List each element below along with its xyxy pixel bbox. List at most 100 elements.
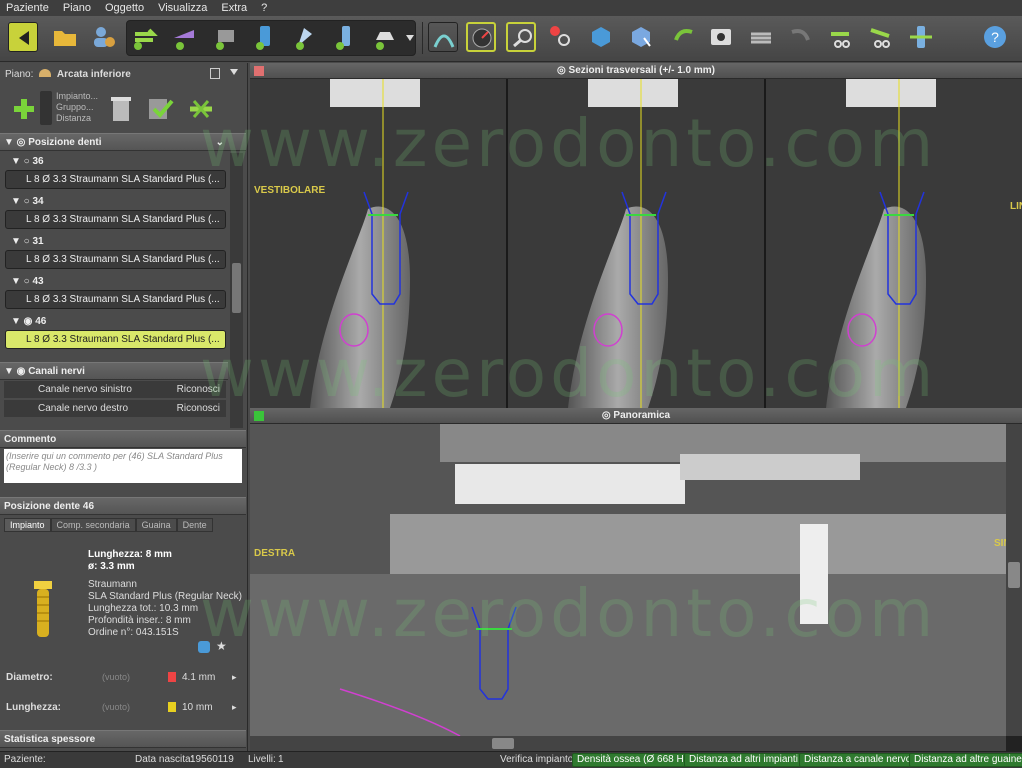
tooth-item[interactable]: ▼ ◉ 46 L 8 Ø 3.3 Straumann SLA Standard P… bbox=[5, 313, 226, 353]
screenshot-icon[interactable] bbox=[706, 22, 736, 52]
diameter-arrow-icon[interactable]: ▸ bbox=[232, 672, 237, 683]
remove-zoom-icon[interactable] bbox=[546, 22, 576, 52]
lingual-label: LINGUALE bbox=[1010, 201, 1022, 212]
add-dropdown-icon[interactable] bbox=[40, 91, 52, 125]
back-icon[interactable] bbox=[8, 22, 38, 52]
stats-header[interactable]: Statistica spessore bbox=[0, 730, 246, 748]
implant-row[interactable]: L 8 Ø 3.3 Straumann SLA Standard Plus (.… bbox=[5, 250, 226, 269]
implant-row-selected[interactable]: L 8 Ø 3.3 Straumann SLA Standard Plus (.… bbox=[5, 330, 226, 349]
red-swatch-icon bbox=[168, 672, 176, 682]
tab-tooth[interactable]: Dente bbox=[176, 518, 213, 532]
bone-density-button[interactable]: Densità ossea (Ø 668 H) bbox=[572, 753, 693, 767]
length-empty[interactable]: (vuoto) bbox=[102, 702, 130, 712]
plane-value: Arcata inferiore bbox=[56, 69, 131, 80]
cross-section-title: Sezioni trasversali (+/- 1.0 mm) bbox=[568, 65, 715, 76]
panoramic-hscroll[interactable] bbox=[250, 736, 1006, 751]
plane-menu-icon[interactable] bbox=[210, 68, 220, 79]
plane-dropdown-icon[interactable] bbox=[230, 69, 238, 75]
action-group[interactable]: Gruppo... bbox=[56, 102, 98, 113]
trash-icon[interactable] bbox=[108, 93, 134, 123]
length-value[interactable]: 10 mm bbox=[182, 702, 213, 713]
implant-move-icon[interactable] bbox=[906, 22, 936, 52]
left-side-label: SINISTRA bbox=[994, 538, 1022, 549]
redo-icon[interactable] bbox=[786, 22, 816, 52]
implant-row[interactable]: L 8 Ø 3.3 Straumann SLA Standard Plus (.… bbox=[5, 210, 226, 229]
tool-5-icon[interactable] bbox=[290, 22, 320, 52]
patient-icon[interactable] bbox=[88, 22, 118, 52]
compass-icon[interactable] bbox=[466, 22, 496, 52]
tab-sleeve[interactable]: Guaina bbox=[135, 518, 177, 532]
implant-length: Lunghezza: 8 mm bbox=[88, 549, 172, 560]
tab-implant[interactable]: Impianto bbox=[4, 518, 51, 532]
watermark-2: www.zerodonto.com bbox=[200, 335, 938, 412]
menu-help[interactable]: ? bbox=[261, 2, 267, 14]
nerves-section-header[interactable]: ▼ ◉ Canali nervi bbox=[0, 362, 228, 380]
tool-1-icon[interactable] bbox=[130, 22, 160, 52]
levels-label: Livelli: bbox=[248, 754, 276, 765]
open-folder-icon[interactable] bbox=[50, 22, 80, 52]
tooth-item[interactable]: ▼ ○ 31 L 8 Ø 3.3 Straumann SLA Standard P… bbox=[5, 233, 226, 273]
comment-header[interactable]: Commento bbox=[0, 430, 246, 448]
menu-piano[interactable]: Piano bbox=[63, 2, 91, 14]
action-distance[interactable]: Distanza bbox=[56, 113, 98, 124]
cube-icon[interactable] bbox=[586, 22, 616, 52]
layers-icon[interactable] bbox=[746, 22, 776, 52]
implant-diameter: ø: 3.3 mm bbox=[88, 561, 135, 572]
diameter-empty[interactable]: (vuoto) bbox=[102, 672, 130, 682]
tooth-item[interactable]: ▼ ○ 43 L 8 Ø 3.3 Straumann SLA Standard P… bbox=[5, 273, 226, 313]
distance-sleeves-button[interactable]: Distanza ad altre guaine bbox=[909, 753, 1022, 767]
tab-secondary[interactable]: Comp. secondaria bbox=[50, 518, 136, 532]
panoramic-vscroll[interactable] bbox=[1006, 424, 1022, 736]
tool-7-icon[interactable] bbox=[370, 22, 400, 52]
red-marker-icon bbox=[254, 66, 264, 76]
vestibular-label: VESTIBOLARE bbox=[254, 185, 325, 196]
undo-icon[interactable] bbox=[668, 22, 698, 52]
menu-paziente[interactable]: Paziente bbox=[6, 2, 49, 14]
stats-label: Statistica spessore bbox=[4, 734, 96, 745]
tool-6-icon[interactable] bbox=[330, 22, 360, 52]
green-marker-icon bbox=[254, 411, 264, 421]
diameter-value[interactable]: 4.1 mm bbox=[182, 672, 215, 683]
tool-4-icon[interactable] bbox=[250, 22, 280, 52]
comment-header-label: Commento bbox=[4, 434, 57, 445]
tool-2-icon[interactable] bbox=[170, 22, 200, 52]
yellow-swatch-icon bbox=[168, 702, 176, 712]
menu-visualizza[interactable]: Visualizza bbox=[158, 2, 207, 14]
birth-value: 19560119 bbox=[190, 754, 234, 765]
menu-bar: Paziente Piano Oggetto Visualizza Extra … bbox=[0, 0, 1022, 16]
magnify-icon[interactable] bbox=[506, 22, 536, 52]
comment-field[interactable]: (Inserire qui un commento per (46) SLA S… bbox=[4, 449, 242, 483]
implant-image bbox=[32, 581, 54, 643]
action-implant[interactable]: Impianto... bbox=[56, 91, 98, 102]
length-arrow-icon[interactable]: ▸ bbox=[232, 702, 237, 713]
toolbar: ? bbox=[0, 16, 1022, 62]
distance-implants-button[interactable]: Distanza ad altri impianti bbox=[684, 753, 803, 767]
help-icon[interactable]: ? bbox=[980, 22, 1010, 52]
length-label: Lunghezza: bbox=[6, 702, 61, 713]
verify-label: Verifica impianto: bbox=[500, 754, 577, 765]
arch-icon[interactable] bbox=[428, 22, 458, 52]
menu-extra[interactable]: Extra bbox=[221, 2, 247, 14]
implant-row[interactable]: L 8 Ø 3.3 Straumann SLA Standard Plus (.… bbox=[5, 290, 226, 309]
tool-3-icon[interactable] bbox=[210, 22, 240, 52]
dropdown-icon[interactable] bbox=[404, 22, 416, 52]
watermark-3: www.zerodonto.com bbox=[200, 575, 938, 652]
cut-all-icon[interactable] bbox=[866, 22, 896, 52]
add-icon[interactable] bbox=[10, 95, 38, 123]
status-bar: Paziente: Data nascita: 19560119 Livelli… bbox=[0, 751, 1022, 768]
tooth-number: 31 bbox=[32, 236, 44, 247]
tooth-item[interactable]: ▼ ○ 36 L 8 Ø 3.3 Straumann SLA Standard P… bbox=[5, 153, 226, 193]
nerve-left-row[interactable]: Canale nervo sinistro Riconosci bbox=[4, 381, 226, 398]
cut-icon[interactable] bbox=[826, 22, 856, 52]
distance-nerve-button[interactable]: Distanza a canale nervo bbox=[799, 753, 917, 767]
tooth-item[interactable]: ▼ ○ 34 L 8 Ø 3.3 Straumann SLA Standard P… bbox=[5, 193, 226, 233]
implant-row[interactable]: L 8 Ø 3.3 Straumann SLA Standard Plus (.… bbox=[5, 170, 226, 189]
tooth-number: 36 bbox=[32, 156, 44, 167]
tooth-number: 34 bbox=[32, 196, 44, 207]
cube-select-icon[interactable] bbox=[626, 22, 656, 52]
tooth-number: 46 bbox=[35, 316, 47, 327]
confirm-icon[interactable] bbox=[146, 93, 176, 123]
nerves-header-label: Canali nervi bbox=[28, 366, 85, 377]
nerve-right-row[interactable]: Canale nervo destro Riconosci bbox=[4, 400, 226, 417]
menu-oggetto[interactable]: Oggetto bbox=[105, 2, 144, 14]
